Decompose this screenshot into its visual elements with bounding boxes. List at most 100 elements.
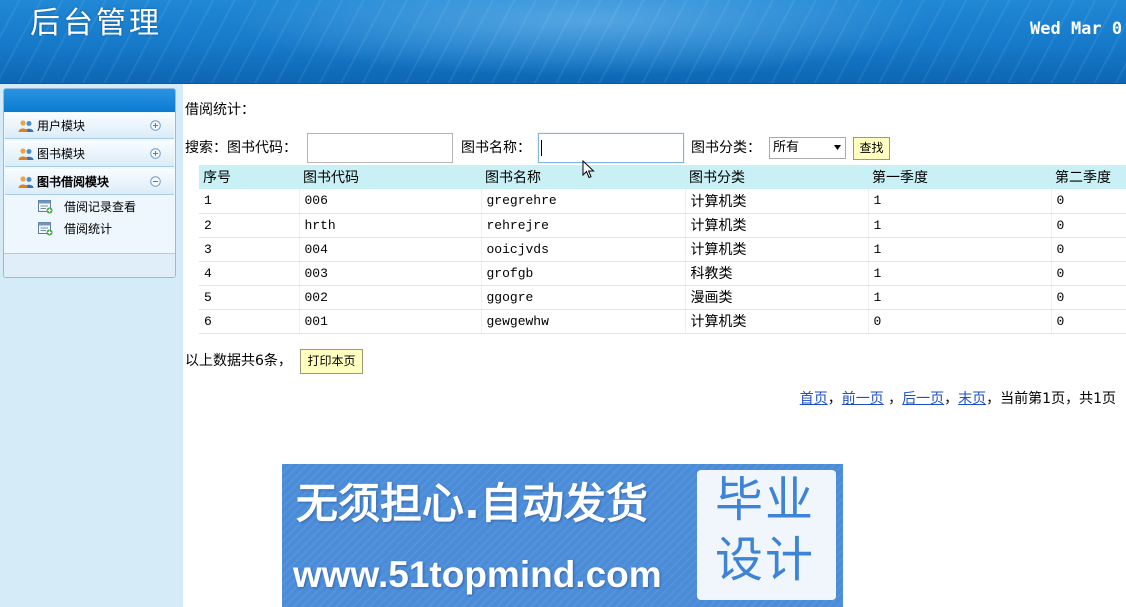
watermark-badge-line1: 毕业 [715, 472, 816, 528]
watermark-banner: 无须担心.自动发货 www.51topmind.com 毕业 设计 [282, 464, 843, 607]
first-page-link[interactable]: 首页 [800, 391, 828, 407]
cell-book-code: 001 [299, 309, 482, 334]
users-icon [18, 148, 34, 160]
cell-book-name: grofgb [481, 261, 686, 286]
table-row: 4 003 grofgb 科教类 1 0 [199, 261, 1126, 286]
sidebar-item-label: 借阅记录查看 [64, 200, 137, 214]
search-code-label: 搜索：图书代码： [185, 139, 297, 157]
cell-index: 5 [199, 285, 300, 310]
pagination-separator: ， [827, 391, 842, 407]
cell-category: 计算机类 [685, 213, 869, 238]
cell-book-code: 002 [299, 285, 482, 310]
cell-index: 2 [199, 213, 300, 238]
text-caret [541, 140, 542, 156]
cell-book-name: gewgewhw [481, 309, 686, 334]
table-row: 2 hrth rehrejre 计算机类 1 0 [199, 213, 1126, 238]
sidebar-module-books[interactable]: 图书模块 [5, 141, 174, 167]
col-header-index: 序号 [199, 165, 299, 189]
book-name-label: 图书名称： [461, 140, 531, 156]
page-title: 借阅统计： [185, 102, 255, 118]
sidebar-item-borrow-statistics[interactable]: 借阅统计 [5, 218, 174, 240]
watermark-badge: 毕业 设计 [697, 470, 836, 600]
cell-book-code: 004 [299, 237, 482, 262]
print-page-button[interactable]: 打印本页 [300, 349, 363, 374]
pagination-separator: ， [986, 391, 1001, 407]
cell-q1: 1 [868, 189, 1052, 214]
watermark-badge-line2: 设计 [715, 532, 816, 588]
form-icon [38, 200, 53, 214]
page-status: 当前第1页，共1页 [1000, 391, 1116, 407]
cell-index: 6 [199, 309, 300, 334]
chevron-down-icon [834, 145, 841, 150]
table-row: 3 004 ooicjvds 计算机类 1 0 [199, 237, 1126, 262]
cell-q2: 0 [1051, 237, 1126, 262]
next-page-link[interactable]: 后一页 [902, 391, 944, 407]
pagination: 首页，前一页 ，后一页，末页，当前第1页，共1页 [800, 390, 1116, 408]
col-header-q1: 第一季度 [868, 165, 1051, 189]
sidebar-module-users[interactable]: 用户模块 [5, 113, 174, 139]
cell-book-name: ggogre [481, 285, 686, 310]
cell-q1: 0 [868, 309, 1052, 334]
watermark-url: www.51topmind.com [293, 554, 662, 595]
search-button[interactable]: 查找 [853, 137, 890, 160]
category-selected-value: 所有 [773, 140, 800, 155]
cell-book-code: 003 [299, 261, 482, 286]
cell-q2: 0 [1051, 309, 1126, 334]
cell-q2: 0 [1051, 189, 1126, 214]
mouse-cursor-icon [582, 160, 595, 179]
users-icon [18, 176, 34, 188]
col-header-category: 图书分类 [685, 165, 868, 189]
cell-category: 科教类 [685, 261, 869, 286]
collapse-icon[interactable] [150, 176, 161, 187]
search-prefix: 搜索： [185, 140, 227, 156]
watermark-slogan: 无须担心.自动发货 [296, 479, 648, 528]
sidebar-header-bar [4, 89, 175, 112]
expand-icon[interactable] [150, 120, 161, 131]
cell-q2: 0 [1051, 261, 1126, 286]
cell-index: 4 [199, 261, 300, 286]
table-row: 1 006 gregrehre 计算机类 1 0 [199, 189, 1126, 214]
table-row: 6 001 gewgewhw 计算机类 0 0 [199, 309, 1126, 334]
category-select[interactable]: 所有 [769, 137, 846, 159]
col-header-book-code: 图书代码 [299, 165, 481, 189]
cell-book-name: rehrejre [481, 213, 686, 238]
book-name-input[interactable] [538, 133, 684, 163]
current-date: Wed Mar 0 [1030, 19, 1123, 39]
cell-q1: 1 [868, 261, 1052, 286]
cell-category: 计算机类 [685, 237, 869, 262]
users-icon [18, 120, 34, 132]
cell-q1: 1 [868, 213, 1052, 238]
sidebar-module-label: 用户模块 [37, 119, 86, 133]
prev-page-link[interactable]: 前一页 [842, 391, 884, 407]
pagination-separator: ， [883, 391, 903, 407]
cell-q1: 1 [868, 237, 1052, 262]
sidebar-menu: 用户模块 图书模块 图书借阅模块 借阅记录查看 借阅统计 [3, 88, 176, 278]
sidebar-module-label: 图书模块 [37, 147, 86, 161]
cell-q1: 1 [868, 285, 1052, 310]
cell-book-name: ooicjvds [481, 237, 686, 262]
record-count-summary: 以上数据共6条， [185, 353, 292, 369]
cell-book-code: hrth [299, 213, 482, 238]
last-page-link[interactable]: 末页 [958, 391, 986, 407]
sidebar-submenu: 借阅记录查看 借阅统计 [5, 195, 174, 253]
form-icon [38, 222, 53, 236]
cell-category: 计算机类 [685, 309, 869, 334]
cell-category: 计算机类 [685, 189, 869, 214]
table-row: 5 002 ggogre 漫画类 1 0 [199, 285, 1126, 310]
pagination-separator: ， [944, 391, 959, 407]
sidebar-module-borrowing[interactable]: 图书借阅模块 [5, 169, 174, 195]
book-code-input[interactable] [307, 133, 453, 163]
cell-q2: 0 [1051, 213, 1126, 238]
book-code-label: 图书代码： [227, 140, 297, 156]
sidebar-module-label: 图书借阅模块 [37, 175, 110, 189]
col-header-q2: 第二季度 [1051, 165, 1126, 189]
table-header-row: 序号 图书代码 图书名称 图书分类 第一季度 第二季度 [199, 165, 1126, 189]
app-title: 后台管理 [30, 6, 162, 41]
top-banner: 后台管理 Wed Mar 0 [0, 0, 1126, 84]
cell-index: 1 [199, 189, 300, 214]
sidebar-item-borrow-records[interactable]: 借阅记录查看 [5, 196, 174, 218]
cell-book-name: gregrehre [481, 189, 686, 214]
expand-icon[interactable] [150, 148, 161, 159]
cell-index: 3 [199, 237, 300, 262]
category-label: 图书分类： [691, 140, 761, 156]
